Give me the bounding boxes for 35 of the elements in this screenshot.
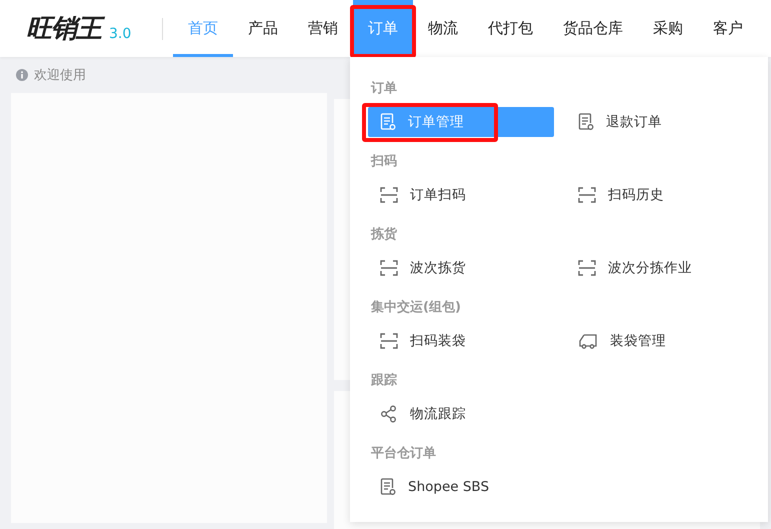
group-title: 平台仓订单 — [371, 445, 437, 463]
nav-tab[interactable]: 采购 — [638, 0, 698, 57]
nav-tab[interactable]: 产品 — [233, 0, 293, 57]
document-icon — [380, 478, 396, 496]
document-icon — [380, 113, 396, 131]
welcome-label: 欢迎使用 — [34, 67, 86, 84]
nav-tab[interactable]: 代打包 — [473, 0, 548, 57]
menu-item[interactable]: 装袋管理 — [566, 326, 752, 356]
info-icon — [16, 69, 28, 81]
menu-item[interactable]: 波次分拣作业 — [566, 253, 752, 283]
nav-tab[interactable]: 客户 — [698, 0, 758, 57]
scan-icon — [578, 187, 596, 203]
group-title: 扫码 — [371, 153, 398, 171]
nav-tab[interactable]: 货品仓库 — [548, 0, 638, 57]
scan-icon — [380, 333, 398, 349]
group-title: 集中交运(组包) — [371, 298, 462, 317]
version-label: 3.0 — [109, 24, 132, 44]
menu-item[interactable]: 物流跟踪 — [368, 399, 554, 429]
menu-item[interactable]: 扫码装袋 — [368, 326, 554, 356]
group-title: 跟踪 — [371, 372, 398, 390]
scan-icon — [578, 260, 596, 276]
menu-item[interactable]: Shopee SBS — [368, 472, 554, 502]
scan-icon — [380, 260, 398, 276]
share-icon — [380, 405, 398, 423]
menu-item[interactable]: 订单扫码 — [368, 180, 554, 210]
group-title: 订单 — [371, 80, 398, 98]
menu-item[interactable]: 退款订单 — [566, 107, 752, 137]
menu-item[interactable]: 波次拣货 — [368, 253, 554, 283]
truck-icon — [578, 333, 598, 349]
document-icon — [578, 113, 594, 131]
scan-icon — [380, 187, 398, 203]
group-title: 拣货 — [371, 226, 398, 244]
menu-item[interactable]: 扫码历史 — [566, 180, 752, 210]
nav-tab[interactable]: 物流 — [413, 0, 473, 57]
nav-tab[interactable]: 营销 — [293, 0, 353, 57]
